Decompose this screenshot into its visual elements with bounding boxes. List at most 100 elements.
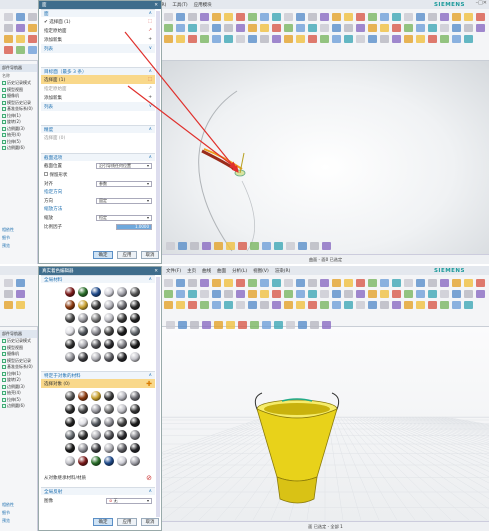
toolbar-tool-icon[interactable] <box>224 13 233 21</box>
collapse-icon[interactable]: ∧ <box>149 373 152 378</box>
toolbar-tool-icon[interactable] <box>308 301 317 309</box>
toolbar-tool-icon[interactable] <box>392 13 401 21</box>
material-swatch[interactable] <box>104 417 114 427</box>
material-swatch[interactable] <box>117 404 127 414</box>
toolbar-tool-icon[interactable] <box>4 24 13 32</box>
toolbar-tool-icon[interactable] <box>310 242 319 250</box>
toolbar-tool-icon[interactable] <box>28 24 37 32</box>
toolbar-tool-icon[interactable] <box>380 35 389 43</box>
toolbar-tool-icon[interactable] <box>356 35 365 43</box>
toolbar-tool-icon[interactable] <box>286 321 295 329</box>
toolbar-tool-icon[interactable] <box>262 242 271 250</box>
target-select-row[interactable]: 选择面 (1) ⬚ <box>41 75 155 84</box>
toolbar-tool-icon[interactable] <box>428 301 437 309</box>
toolbar-tool-icon[interactable] <box>332 301 341 309</box>
material-swatch[interactable] <box>130 430 140 440</box>
scale-select[interactable]: 恒定 ▾ <box>96 214 152 221</box>
menu-file[interactable]: 文件(F) <box>166 268 181 274</box>
material-swatch[interactable] <box>130 404 140 414</box>
toolbar-tool-icon[interactable] <box>416 24 425 32</box>
material-swatch[interactable] <box>91 391 101 401</box>
material-swatch[interactable] <box>104 339 114 349</box>
toolbar-tool-icon[interactable] <box>212 35 221 43</box>
toolbar-tool-icon[interactable] <box>344 301 353 309</box>
toolbar-tool-icon[interactable] <box>392 290 401 298</box>
panel-preview[interactable]: 预览 <box>0 517 37 525</box>
plus-icon[interactable]: ✚ <box>146 380 152 388</box>
toolbar-tool-icon[interactable] <box>260 35 269 43</box>
toolbar-tool-icon[interactable] <box>238 242 247 250</box>
toolbar-tool-icon[interactable] <box>176 290 185 298</box>
toolbar-tool-icon[interactable] <box>164 279 173 287</box>
check-icon[interactable] <box>2 378 6 383</box>
toolbar-tool-icon[interactable] <box>404 24 413 32</box>
toolbar-tool-icon[interactable] <box>188 279 197 287</box>
toolbar-tool-icon[interactable] <box>272 290 281 298</box>
material-swatch[interactable] <box>78 300 88 310</box>
toolbar-tool-icon[interactable] <box>274 321 283 329</box>
toolbar-tool-icon[interactable] <box>464 279 473 287</box>
material-swatch[interactable] <box>91 287 101 297</box>
section-reflection-header[interactable]: 全局反射 ∧ <box>41 487 155 495</box>
toolbar-tool-icon[interactable] <box>296 290 305 298</box>
toolbar-tool-icon[interactable] <box>214 242 223 250</box>
target-origin-row[interactable]: 指定原始面 ↗ <box>41 84 155 93</box>
toolbar-tool-icon[interactable] <box>416 35 425 43</box>
toolbar-tool-icon[interactable] <box>260 301 269 309</box>
menu-view[interactable]: 视图(V) <box>253 268 269 274</box>
toolbar-tool-icon[interactable] <box>320 290 329 298</box>
toolbar-tool-icon[interactable] <box>166 242 175 250</box>
toolbar-tool-icon[interactable] <box>226 321 235 329</box>
toolbar-tool-icon[interactable] <box>368 35 377 43</box>
material-swatch[interactable] <box>104 352 114 362</box>
toolbar-tool-icon[interactable] <box>296 24 305 32</box>
toolbar-tool-icon[interactable] <box>404 13 413 21</box>
menu-curve[interactable]: 曲线 <box>202 268 211 274</box>
toolbar-tool-icon[interactable] <box>202 242 211 250</box>
toolbar-tool-icon[interactable] <box>250 242 259 250</box>
section-target-header[interactable]: 目标面（最多 3 条） ∧ <box>41 67 155 75</box>
toolbar-tool-icon[interactable] <box>440 35 449 43</box>
toolbar-tool-icon[interactable] <box>28 13 37 21</box>
add-set-icon[interactable]: + <box>148 37 152 42</box>
material-swatch[interactable] <box>91 417 101 427</box>
toolbar-tool-icon[interactable] <box>272 301 281 309</box>
material-swatch[interactable] <box>91 430 101 440</box>
material-swatch[interactable] <box>117 456 127 466</box>
check-icon[interactable] <box>2 139 6 144</box>
toolbar-tool-icon[interactable] <box>190 242 199 250</box>
material-swatch[interactable] <box>78 391 88 401</box>
cancel-button[interactable]: 取消 <box>141 518 159 526</box>
toolbar-tool-icon[interactable] <box>404 290 413 298</box>
toolbar-tool-icon[interactable] <box>344 35 353 43</box>
material-swatch[interactable] <box>130 339 140 349</box>
material-swatch[interactable] <box>65 287 75 297</box>
panel-dependencies[interactable]: 相依性 <box>0 226 37 234</box>
toolbar-tool-icon[interactable] <box>212 13 221 21</box>
toolbar-tool-icon[interactable] <box>212 24 221 32</box>
material-swatch[interactable] <box>78 339 88 349</box>
toolbar-tool-icon[interactable] <box>236 279 245 287</box>
check-icon[interactable] <box>2 404 6 409</box>
toolbar-tool-icon[interactable] <box>440 290 449 298</box>
toolbar-tool-icon[interactable] <box>320 35 329 43</box>
target-list-row[interactable]: 列表 ∨ <box>41 102 155 111</box>
material-swatch[interactable] <box>117 339 127 349</box>
toolbar-tool-icon[interactable] <box>272 279 281 287</box>
toolbar-tool-icon[interactable] <box>224 279 233 287</box>
toolbar-tool-icon[interactable] <box>296 35 305 43</box>
toolbar-tool-icon[interactable] <box>260 290 269 298</box>
toolbar-tool-icon[interactable] <box>356 301 365 309</box>
material-swatch[interactable] <box>130 443 140 453</box>
toolbar-tool-icon[interactable] <box>440 13 449 21</box>
toolbar-tool-icon[interactable] <box>212 290 221 298</box>
toolbar-tool-icon[interactable] <box>356 13 365 21</box>
check-icon[interactable] <box>2 87 6 92</box>
material-swatch[interactable] <box>104 326 114 336</box>
no-icon[interactable]: ⊘ <box>146 474 152 482</box>
material-swatch[interactable] <box>91 326 101 336</box>
collapse-icon[interactable]: ∧ <box>149 11 152 16</box>
list-row[interactable]: 列表 ∨ <box>41 44 155 53</box>
toolbar-tool-icon[interactable] <box>164 24 173 32</box>
toolbar-tool-icon[interactable] <box>476 279 485 287</box>
